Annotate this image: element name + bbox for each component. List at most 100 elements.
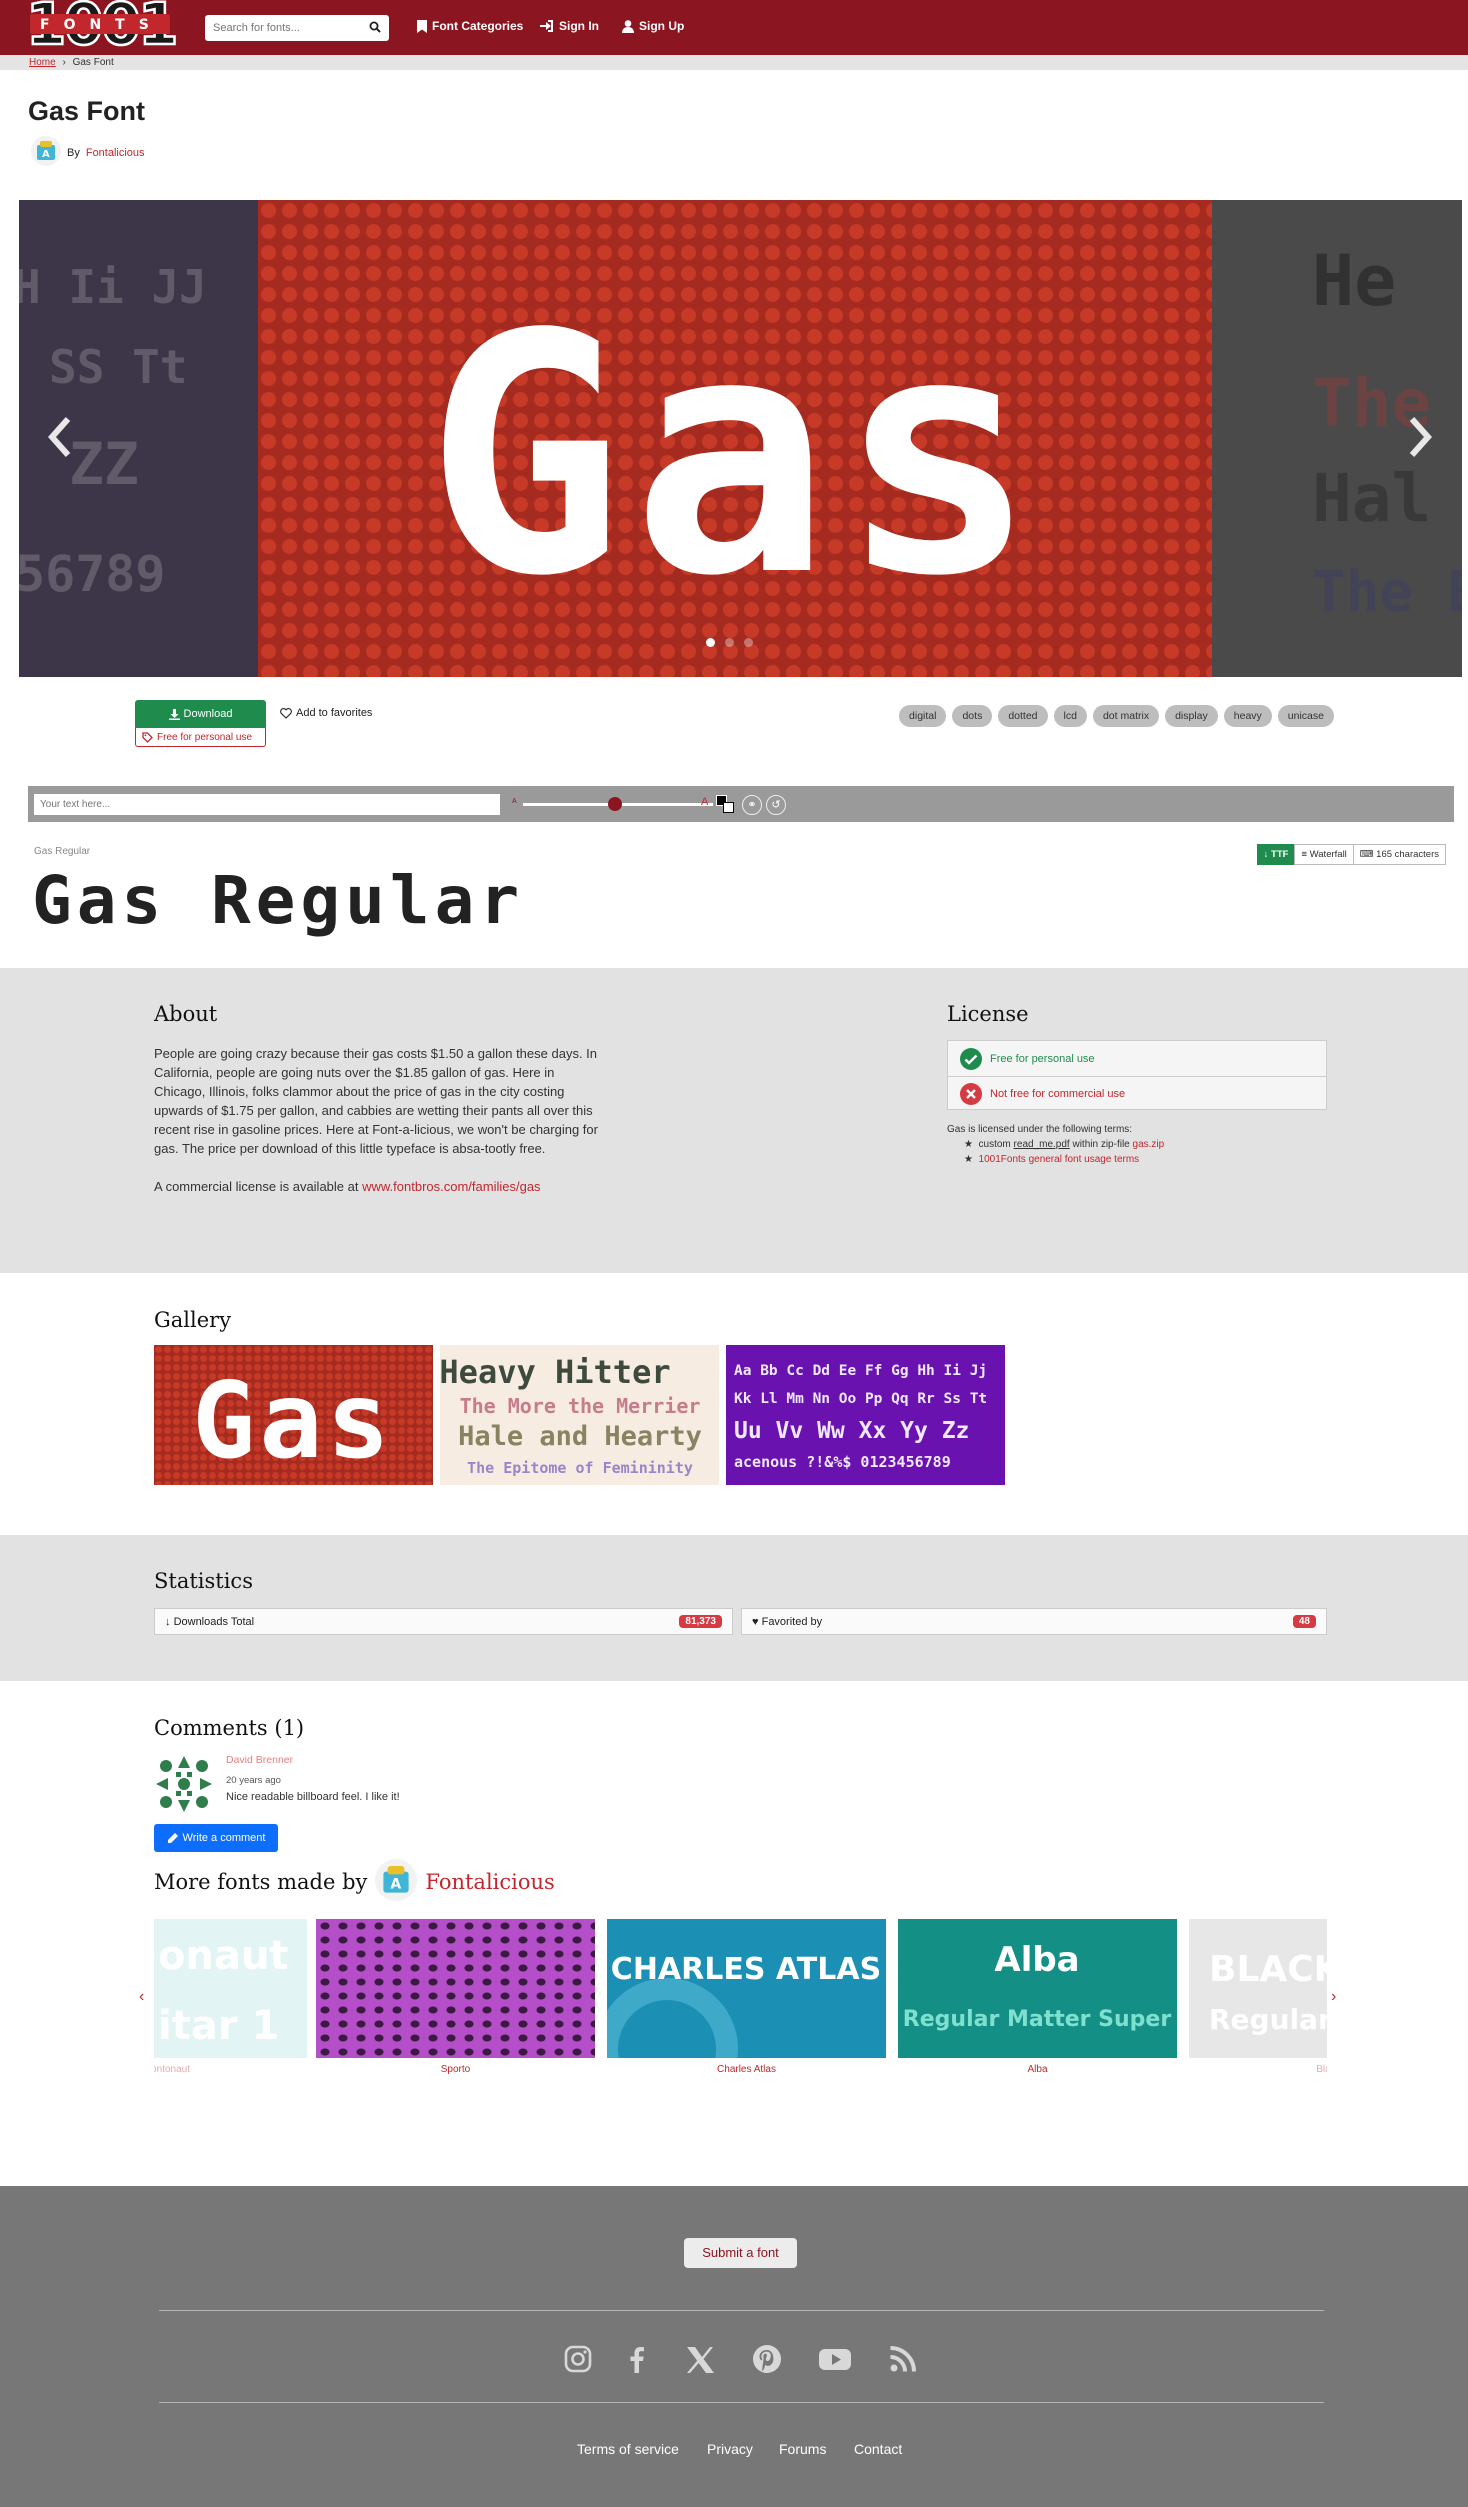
downloads-count-badge: 81,373 xyxy=(679,1615,722,1628)
svg-text:Heavy Hitter: Heavy Hitter xyxy=(440,1353,671,1391)
breadcrumb-current: Gas Font xyxy=(72,57,114,68)
site-logo[interactable]: 1001 FONTS xyxy=(25,0,180,59)
nav-font-categories[interactable]: Font Categories xyxy=(417,19,523,33)
heart-icon xyxy=(280,707,292,719)
license-term-custom: ★ custom read_me.pdf within zip-file gas… xyxy=(964,1139,1165,1150)
svg-text:Aa Bb Cc Dd Ee Ff Gg Hh Ii Jj: Aa Bb Cc Dd Ee Ff Gg Hh Ii Jj xyxy=(734,1363,987,1379)
footer-contact-link[interactable]: Contact xyxy=(854,2441,902,2457)
download-icon: ↓ xyxy=(1263,849,1272,860)
search-input[interactable] xyxy=(205,15,355,41)
font-card-charles-atlas[interactable]: CHARLES ATLAS xyxy=(607,1919,886,2058)
byline-prefix: By xyxy=(67,146,80,159)
svg-text:A: A xyxy=(391,1876,402,1892)
tag-dots[interactable]: dots xyxy=(952,705,993,727)
color-picker[interactable] xyxy=(716,795,734,813)
footer-privacy-link[interactable]: Privacy xyxy=(707,2441,753,2457)
check-circle-icon xyxy=(960,1047,982,1070)
gallery-image-1[interactable]: Gas xyxy=(154,1345,433,1485)
license-terms: Gas is licensed under the following term… xyxy=(947,1124,1165,1165)
tag-dotted[interactable]: dotted xyxy=(998,705,1048,727)
font-size-slider[interactable] xyxy=(523,797,713,811)
waterfall-button[interactable]: ≡ Waterfall xyxy=(1294,844,1354,865)
search-icon[interactable] xyxy=(369,21,381,36)
write-comment-button[interactable]: Write a comment xyxy=(154,1824,278,1852)
svg-text:Kk Ll Mm Nn Oo Pp Qq Rr Ss Tt: Kk Ll Mm Nn Oo Pp Qq Rr Ss Tt xyxy=(734,1391,987,1407)
about-text: People are going crazy because their gas… xyxy=(154,1046,598,1194)
font-card-label[interactable]: Fontonaut xyxy=(154,2064,307,2075)
font-card-label[interactable]: Sporto xyxy=(316,2064,595,2075)
tag-display[interactable]: display xyxy=(1165,705,1218,727)
font-card-label[interactable]: Black xyxy=(1189,2064,1327,2075)
comment-author[interactable]: David Brenner xyxy=(226,1754,293,1766)
x-icon[interactable] xyxy=(683,2342,717,2376)
tag-icon xyxy=(142,731,153,743)
tag-heavy[interactable]: heavy xyxy=(1223,705,1272,727)
svg-text:FONTS: FONTS xyxy=(40,17,163,33)
gallery-image-2[interactable]: Heavy Hitter The More the Merrier Hale a… xyxy=(440,1345,719,1485)
tag-unicase[interactable]: unicase xyxy=(1277,705,1334,727)
style-sample-text: Gas Regular xyxy=(32,862,525,939)
carousel-dot[interactable] xyxy=(725,638,734,647)
hero-gas-artwork: Gas xyxy=(425,264,1045,648)
download-button[interactable]: Download xyxy=(135,700,266,728)
general-terms-link[interactable]: 1001Fonts general font usage terms xyxy=(979,1154,1140,1165)
author-avatar[interactable]: A xyxy=(31,136,61,169)
slider-handle[interactable] xyxy=(608,797,622,811)
breadcrumb-home[interactable]: Home xyxy=(29,57,56,68)
carousel-dot[interactable] xyxy=(706,638,715,647)
tag-dot-matrix[interactable]: dot matrix xyxy=(1092,705,1160,727)
font-card-fontonaut[interactable]: onaut itar 1 xyxy=(154,1919,307,2058)
nav-sign-up[interactable]: Sign Up xyxy=(622,19,684,33)
footer-terms-link[interactable]: Terms of service xyxy=(577,2441,679,2457)
svg-text:Gas: Gas xyxy=(425,264,1045,648)
svg-text:itar 1: itar 1 xyxy=(158,2003,279,2049)
footer xyxy=(0,2186,1468,2507)
font-card-label[interactable]: Charles Atlas xyxy=(607,2064,886,2075)
waterfall-icon: ≡ xyxy=(1301,849,1310,860)
breadcrumb: Home › Gas Font xyxy=(0,55,1468,70)
preview-options: ↓ TTF ≡ Waterfall ⌨ 165 characters xyxy=(1256,844,1446,865)
add-to-favorites[interactable]: Add to favorites xyxy=(280,707,372,719)
font-card-label[interactable]: Alba xyxy=(898,2064,1177,2075)
size-max-label: A xyxy=(701,796,709,808)
svg-text:The Epitome of Femininity: The Epitome of Femininity xyxy=(467,1459,693,1477)
ttf-button[interactable]: ↓ TTF xyxy=(1256,844,1296,865)
commercial-license-link[interactable]: www.fontbros.com/families/gas xyxy=(362,1179,540,1194)
font-card-sporto[interactable] xyxy=(316,1919,595,2058)
nav-sign-in[interactable]: Sign In xyxy=(540,19,599,33)
carousel-prev-arrow[interactable] xyxy=(46,415,74,470)
author-avatar[interactable]: A xyxy=(375,1859,418,1904)
bookmark-icon xyxy=(417,19,427,33)
rss-icon[interactable] xyxy=(886,2342,920,2376)
gallery-image-3[interactable]: Aa Bb Cc Dd Ee Ff Gg Hh Ii Jj Kk Ll Mm N… xyxy=(726,1345,1005,1485)
comment-date: 20 years ago xyxy=(226,1775,281,1786)
preview-text-input[interactable] xyxy=(34,794,500,815)
font-card-alba[interactable]: Alba Regular Matter Super xyxy=(898,1919,1177,2058)
youtube-icon[interactable] xyxy=(818,2342,852,2376)
more-fonts-prev-arrow[interactable]: ‹ xyxy=(139,1988,144,2006)
font-card-black[interactable]: BLACK Regular xyxy=(1189,1919,1327,2058)
svg-text:CHARLES ATLAS: CHARLES ATLAS xyxy=(611,1952,881,1987)
link-icon[interactable]: ⚭ xyxy=(742,795,762,815)
author-link[interactable]: Fontalicious xyxy=(86,147,145,159)
commenter-avatar[interactable] xyxy=(154,1754,214,1814)
characters-button[interactable]: ⌨ 165 characters xyxy=(1352,844,1446,865)
download-icon xyxy=(168,708,180,720)
license-box: Free for personal use Not free for comme… xyxy=(947,1040,1327,1110)
carousel-next-arrow[interactable] xyxy=(1406,415,1434,470)
submit-font-button[interactable]: Submit a font xyxy=(684,2238,797,2268)
instagram-icon[interactable] xyxy=(561,2342,595,2376)
carousel-dot[interactable] xyxy=(744,638,753,647)
more-fonts-next-arrow[interactable]: › xyxy=(1331,1988,1336,2006)
footer-forums-link[interactable]: Forums xyxy=(779,2441,826,2457)
zip-link[interactable]: gas.zip xyxy=(1133,1139,1165,1150)
svg-text:acenous ?!&%$ 0123456789: acenous ?!&%$ 0123456789 xyxy=(734,1453,951,1471)
readme-link[interactable]: read_me.pdf xyxy=(1014,1139,1070,1150)
tag-digital[interactable]: digital xyxy=(899,705,947,727)
facebook-icon[interactable] xyxy=(620,2342,654,2376)
pinterest-icon[interactable] xyxy=(750,2342,784,2376)
tag-lcd[interactable]: lcd xyxy=(1053,705,1087,727)
preview-toolbar: A A ⚭ ↺ xyxy=(28,786,1454,822)
reset-icon[interactable]: ↺ xyxy=(766,795,786,815)
more-fonts-author-link[interactable]: Fontalicious xyxy=(425,1870,554,1894)
